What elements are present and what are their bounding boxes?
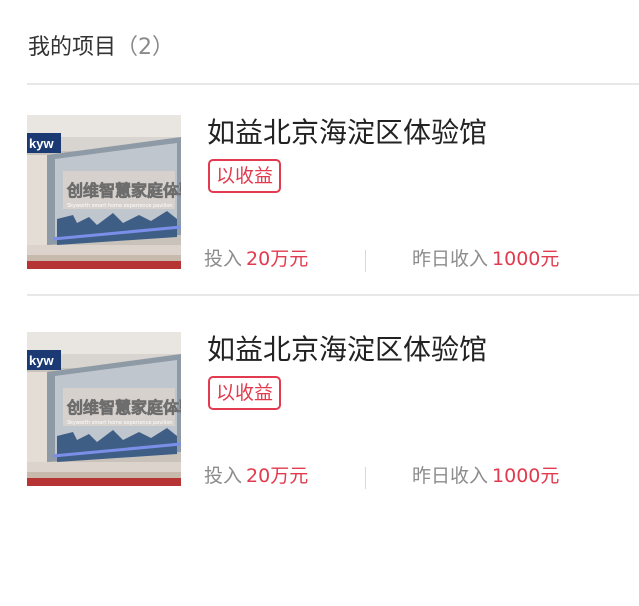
project-count: （2） [116,35,175,60]
project-card[interactable]: kyw 创维智慧家庭体验馆 Skyworth smart home experi… [27,332,639,502]
exhibition-photo: kyw 创维智慧家庭体验馆 Skyworth smart home experi… [27,332,181,486]
yesterday-income-label: 昨日收入 [412,248,489,270]
yesterday-income-value: 1000元 [492,465,560,487]
project-title[interactable]: 如益北京海淀区体验馆 [207,330,487,370]
project-title[interactable]: 如益北京海淀区体验馆 [207,113,487,153]
meta-separator [365,467,366,489]
meta-separator [365,250,366,272]
sign-subtext: Skyworth smart home experience pavilion [67,420,173,426]
invest-label: 投入 [204,248,243,270]
page-title: 我的项目 [28,35,117,60]
brand-logo-text: kyw [29,136,54,151]
project-status-badge: 以收益 [208,159,282,193]
project-thumbnail[interactable]: kyw 创维智慧家庭体验馆 Skyworth smart home experi… [27,332,181,486]
brand-logo-text: kyw [29,353,54,368]
invest-info: 投入 20万元 [204,462,308,490]
project-thumbnail[interactable]: kyw 创维智慧家庭体验馆 Skyworth smart home experi… [27,115,181,269]
invest-value: 20万元 [246,465,309,487]
header-divider [27,83,639,85]
sign-text: 创维智慧家庭体验馆 [66,181,181,200]
invest-label: 投入 [204,465,243,487]
yesterday-income-info: 昨日收入 1000元 [412,462,559,490]
sign-subtext: Skyworth smart home experience pavilion [67,203,173,209]
invest-info: 投入 20万元 [204,245,308,273]
yesterday-income-value: 1000元 [492,248,560,270]
project-card[interactable]: kyw 创维智慧家庭体验馆 Skyworth smart home experi… [27,115,639,285]
yesterday-income-info: 昨日收入 1000元 [412,245,559,273]
my-projects-page: 我的项目（2） kyw 创维智慧家庭体验馆 Skyworth smart hom… [0,0,639,606]
sign-text: 创维智慧家庭体验馆 [66,398,181,417]
exhibition-photo: kyw 创维智慧家庭体验馆 Skyworth smart home experi… [27,115,181,269]
yesterday-income-label: 昨日收入 [412,465,489,487]
invest-value: 20万元 [246,248,309,270]
card-divider [27,294,639,296]
page-header: 我的项目（2） [28,30,174,66]
project-status-badge: 以收益 [208,376,282,410]
